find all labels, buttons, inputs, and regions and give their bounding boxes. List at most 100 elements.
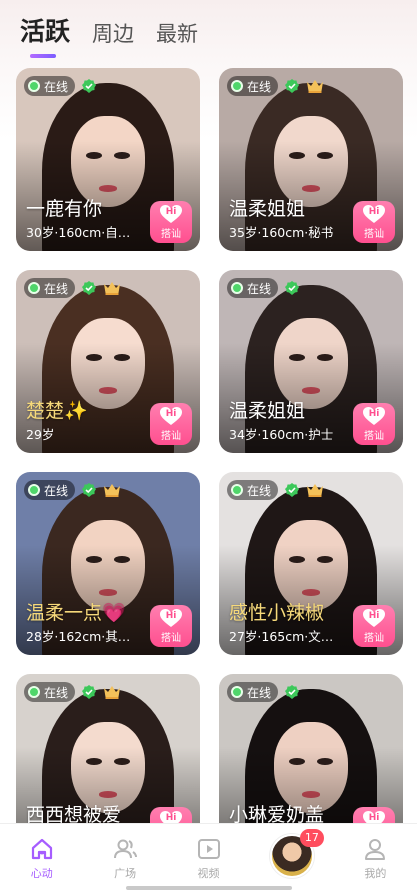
- profile-card[interactable]: 在线一鹿有你 30岁·160cm·自… Hi 搭讪: [16, 68, 200, 251]
- online-dot: [28, 282, 40, 294]
- verified-icon: [285, 79, 300, 93]
- status-badges: 在线: [227, 76, 324, 96]
- online-label: 在线: [44, 483, 69, 498]
- tab-active[interactable]: 活跃: [20, 12, 70, 58]
- status-badges: 在线: [24, 278, 121, 298]
- online-badge: 在线: [24, 76, 76, 96]
- profile-card[interactable]: 在线温柔姐姐 35岁·160cm·秘书 Hi 搭讪: [219, 68, 403, 251]
- crown-icon: [104, 686, 121, 699]
- bottom-tab-bar: 心动 广场 视频 17 我的: [0, 823, 417, 893]
- status-badges: 在线: [24, 682, 121, 702]
- profile-meta: 30岁·160cm·自…: [26, 225, 131, 240]
- crown-icon: [104, 484, 121, 497]
- profile-card[interactable]: 在线温柔姐姐 34岁·160cm·护士 Hi 搭讪: [219, 270, 403, 453]
- hi-chat-button[interactable]: Hi 搭讪: [150, 605, 192, 647]
- online-badge: 在线: [24, 480, 76, 500]
- profile-name: 一鹿有你: [26, 198, 103, 220]
- online-dot: [231, 484, 243, 496]
- tab-heartbeat[interactable]: 心动: [0, 824, 83, 893]
- status-badges: 在线: [227, 682, 300, 702]
- crown-icon: [307, 484, 324, 497]
- profile-meta: 35岁·160cm·秘书: [229, 225, 334, 240]
- profile-card[interactable]: 在线 感性小辣椒 27岁·165cm·文… Hi 搭讪: [219, 472, 403, 655]
- users-icon: [114, 839, 138, 859]
- online-label: 在线: [44, 281, 69, 296]
- crown-icon: [104, 282, 121, 295]
- profile-name: 楚楚✨: [26, 400, 88, 422]
- online-label: 在线: [247, 79, 272, 94]
- verified-icon: [285, 685, 300, 699]
- hi-chat-button[interactable]: Hi 搭讪: [150, 201, 192, 243]
- verified-icon: [82, 281, 97, 295]
- hi-label: Hi: [368, 611, 380, 621]
- online-dot: [231, 282, 243, 294]
- verified-icon: [285, 281, 300, 295]
- hi-label: Hi: [165, 813, 177, 823]
- online-badge: 在线: [227, 278, 279, 298]
- online-label: 在线: [44, 685, 69, 700]
- status-badges: 在线: [227, 278, 300, 298]
- hi-label: Hi: [165, 611, 177, 621]
- profile-meta: 34岁·160cm·护士: [229, 427, 334, 442]
- tab-nearby[interactable]: 周边: [92, 18, 134, 58]
- verified-icon: [285, 483, 300, 497]
- crown-icon: [307, 80, 324, 93]
- online-badge: 在线: [24, 278, 76, 298]
- hi-label: Hi: [368, 409, 380, 419]
- tab-newest[interactable]: 最新: [156, 18, 198, 58]
- home-icon: [31, 838, 52, 860]
- profile-name: 温柔姐姐: [229, 198, 306, 220]
- profile-icon: [365, 839, 386, 860]
- profile-meta: 29岁: [26, 427, 55, 442]
- online-badge: 在线: [227, 480, 279, 500]
- hi-chat-button[interactable]: Hi 搭讪: [150, 403, 192, 445]
- home-indicator: [126, 886, 292, 890]
- unread-badge: 17: [299, 829, 324, 847]
- chat-label: 搭讪: [364, 229, 384, 240]
- verified-icon: [82, 483, 97, 497]
- hi-label: Hi: [368, 207, 380, 217]
- top-tabs: 活跃 周边 最新: [20, 14, 220, 58]
- profile-meta: 27岁·165cm·文…: [229, 629, 334, 644]
- online-badge: 在线: [227, 682, 279, 702]
- chat-label: 搭讪: [161, 229, 181, 240]
- hi-label: Hi: [165, 409, 177, 419]
- hi-chat-button[interactable]: Hi 搭讪: [353, 403, 395, 445]
- verified-icon: [82, 79, 97, 93]
- chat-label: 搭讪: [364, 431, 384, 442]
- chat-label: 搭讪: [364, 633, 384, 644]
- tab-square[interactable]: 广场: [83, 824, 166, 893]
- tab-label: 广场: [114, 867, 137, 880]
- online-badge: 在线: [227, 76, 279, 96]
- status-badges: 在线: [227, 480, 324, 500]
- hi-chat-button[interactable]: Hi 搭讪: [353, 201, 395, 243]
- verified-icon: [82, 685, 97, 699]
- message-avatar: 17: [269, 829, 324, 878]
- tab-label: 我的: [364, 867, 387, 880]
- hi-label: Hi: [368, 813, 380, 823]
- online-dot: [231, 686, 243, 698]
- online-badge: 在线: [24, 682, 76, 702]
- tab-mine[interactable]: 我的: [334, 824, 417, 893]
- online-label: 在线: [247, 483, 272, 498]
- profile-card[interactable]: 在线楚楚✨ 29岁 Hi 搭讪: [16, 270, 200, 453]
- online-label: 在线: [247, 685, 272, 700]
- profile-name: 温柔一点💗: [26, 602, 126, 624]
- online-dot: [28, 484, 40, 496]
- tab-video[interactable]: 视频: [167, 824, 250, 893]
- profile-meta: 28岁·162cm·其…: [26, 629, 131, 644]
- tab-messages[interactable]: 17: [250, 824, 333, 893]
- chat-label: 搭讪: [161, 431, 181, 442]
- profile-name: 温柔姐姐: [229, 400, 306, 422]
- status-badges: 在线: [24, 480, 121, 500]
- online-dot: [28, 80, 40, 92]
- online-dot: [231, 80, 243, 92]
- profile-card[interactable]: 在线温柔一点💗 28岁·162cm·其… Hi 搭讪: [16, 472, 200, 655]
- tab-label: 心动: [30, 867, 53, 880]
- hi-label: Hi: [165, 207, 177, 217]
- status-badges: 在线: [24, 76, 97, 96]
- tab-label: 视频: [197, 867, 220, 880]
- online-label: 在线: [44, 79, 69, 94]
- online-label: 在线: [247, 281, 272, 296]
- hi-chat-button[interactable]: Hi 搭讪: [353, 605, 395, 647]
